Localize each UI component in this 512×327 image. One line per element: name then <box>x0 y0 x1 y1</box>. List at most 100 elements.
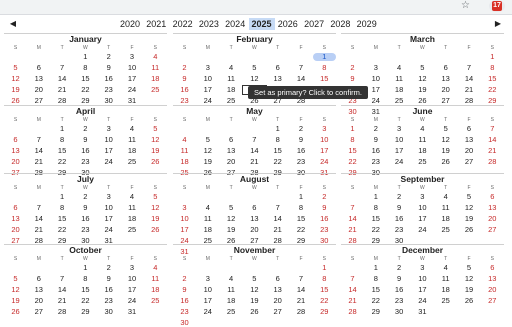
day-cell[interactable]: 14 <box>243 147 266 155</box>
day-cell[interactable]: 14 <box>27 215 50 223</box>
day-cell[interactable]: 6 <box>434 64 457 72</box>
day-cell[interactable]: 23 <box>388 226 411 234</box>
year-2028[interactable]: 2028 <box>327 18 353 30</box>
day-cell[interactable]: 2 <box>74 193 97 201</box>
day-cell[interactable]: 15 <box>341 147 364 155</box>
day-cell[interactable]: 26 <box>144 226 167 234</box>
day-cell[interactable]: 3 <box>97 193 120 201</box>
day-cell[interactable]: 19 <box>458 286 481 294</box>
day-cell[interactable]: 10 <box>313 136 336 144</box>
day-cell[interactable]: 6 <box>243 204 266 212</box>
day-cell[interactable]: 4 <box>434 264 457 272</box>
day-cell[interactable]: 22 <box>51 158 74 166</box>
day-cell[interactable]: 26 <box>458 297 481 305</box>
day-cell[interactable]: 7 <box>27 136 50 144</box>
day-cell[interactable]: 8 <box>51 204 74 212</box>
day-cell[interactable]: 17 <box>411 215 434 223</box>
year-2024[interactable]: 2024 <box>222 18 248 30</box>
day-cell[interactable]: 4 <box>121 125 144 133</box>
day-cell[interactable]: 9 <box>74 136 97 144</box>
day-cell[interactable]: 8 <box>290 204 313 212</box>
day-cell[interactable]: 17 <box>121 75 144 83</box>
day-cell[interactable]: 23 <box>313 226 336 234</box>
day-cell[interactable]: 12 <box>4 286 27 294</box>
day-cell[interactable]: 24 <box>121 297 144 305</box>
day-cell[interactable]: 30 <box>97 97 120 105</box>
day-cell[interactable]: 14 <box>51 286 74 294</box>
day-cell[interactable]: 20 <box>458 147 481 155</box>
day-cell[interactable]: 3 <box>196 64 219 72</box>
year-2027[interactable]: 2027 <box>301 18 327 30</box>
day-cell[interactable]: 10 <box>388 136 411 144</box>
day-cell[interactable]: 10 <box>121 275 144 283</box>
day-cell[interactable]: 21 <box>27 158 50 166</box>
day-cell[interactable]: 10 <box>121 64 144 72</box>
day-cell[interactable]: 19 <box>411 86 434 94</box>
day-cell[interactable]: 6 <box>266 64 289 72</box>
day-cell[interactable]: 28 <box>290 308 313 316</box>
day-cell[interactable]: 14 <box>481 136 504 144</box>
day-cell[interactable]: 11 <box>144 275 167 283</box>
day-cell[interactable]: 4 <box>388 64 411 72</box>
day-cell[interactable]: 2 <box>173 64 196 72</box>
day-cell[interactable]: 24 <box>411 226 434 234</box>
day-cell[interactable]: 4 <box>434 193 457 201</box>
day-cell[interactable]: 15 <box>290 215 313 223</box>
day-cell[interactable]: 7 <box>27 204 50 212</box>
day-cell[interactable]: 30 <box>97 308 120 316</box>
day-cell[interactable]: 8 <box>481 64 504 72</box>
day-cell[interactable]: 9 <box>313 204 336 212</box>
day-cell[interactable]: 3 <box>121 53 144 61</box>
day-cell[interactable]: 1 <box>51 125 74 133</box>
day-cell[interactable]: 16 <box>97 286 120 294</box>
day-cell[interactable]: 9 <box>364 136 387 144</box>
day-cell[interactable]: 31 <box>121 308 144 316</box>
day-cell[interactable]: 23 <box>388 297 411 305</box>
day-cell[interactable]: 9 <box>290 136 313 144</box>
day-cell[interactable]: 2 <box>74 125 97 133</box>
day-cell[interactable]: 6 <box>458 125 481 133</box>
day-cell[interactable]: 19 <box>196 158 219 166</box>
day-cell[interactable]: 29 <box>313 308 336 316</box>
day-cell[interactable]: 12 <box>243 286 266 294</box>
day-cell[interactable]: 7 <box>341 204 364 212</box>
day-cell[interactable]: 1 <box>312 53 336 61</box>
day-cell[interactable]: 18 <box>144 286 167 294</box>
day-cell[interactable]: 27 <box>481 297 504 305</box>
day-cell[interactable]: 12 <box>196 147 219 155</box>
year-2020[interactable]: 2020 <box>117 18 143 30</box>
day-cell[interactable]: 27 <box>27 97 50 105</box>
day-cell[interactable]: 3 <box>313 125 336 133</box>
day-cell[interactable]: 3 <box>364 64 387 72</box>
day-cell[interactable]: 21 <box>458 86 481 94</box>
day-cell[interactable]: 14 <box>290 75 313 83</box>
day-cell[interactable]: 14 <box>341 215 364 223</box>
day-cell[interactable]: 3 <box>411 193 434 201</box>
day-cell[interactable]: 11 <box>434 204 457 212</box>
day-cell[interactable]: 2 <box>97 53 120 61</box>
day-cell[interactable]: 17 <box>196 86 219 94</box>
day-cell[interactable]: 11 <box>220 286 243 294</box>
day-cell[interactable]: 21 <box>27 226 50 234</box>
prev-years-button[interactable]: ◀ <box>7 19 19 29</box>
day-cell[interactable]: 16 <box>388 215 411 223</box>
day-cell[interactable]: 25 <box>121 158 144 166</box>
day-cell[interactable]: 16 <box>173 86 196 94</box>
day-cell[interactable]: 11 <box>196 215 219 223</box>
day-cell[interactable]: 17 <box>388 147 411 155</box>
day-cell[interactable]: 22 <box>364 226 387 234</box>
day-cell[interactable]: 22 <box>341 158 364 166</box>
day-cell[interactable]: 27 <box>458 158 481 166</box>
day-cell[interactable]: 9 <box>173 75 196 83</box>
day-cell[interactable]: 17 <box>313 147 336 155</box>
day-cell[interactable]: 24 <box>411 297 434 305</box>
day-cell[interactable]: 4 <box>196 204 219 212</box>
day-cell[interactable]: 18 <box>121 215 144 223</box>
day-cell[interactable]: 26 <box>4 97 27 105</box>
day-cell[interactable]: 2 <box>290 125 313 133</box>
day-cell[interactable]: 3 <box>173 204 196 212</box>
day-cell[interactable]: 20 <box>4 226 27 234</box>
day-cell[interactable]: 8 <box>364 204 387 212</box>
day-cell[interactable]: 5 <box>144 125 167 133</box>
day-cell[interactable]: 23 <box>173 308 196 316</box>
